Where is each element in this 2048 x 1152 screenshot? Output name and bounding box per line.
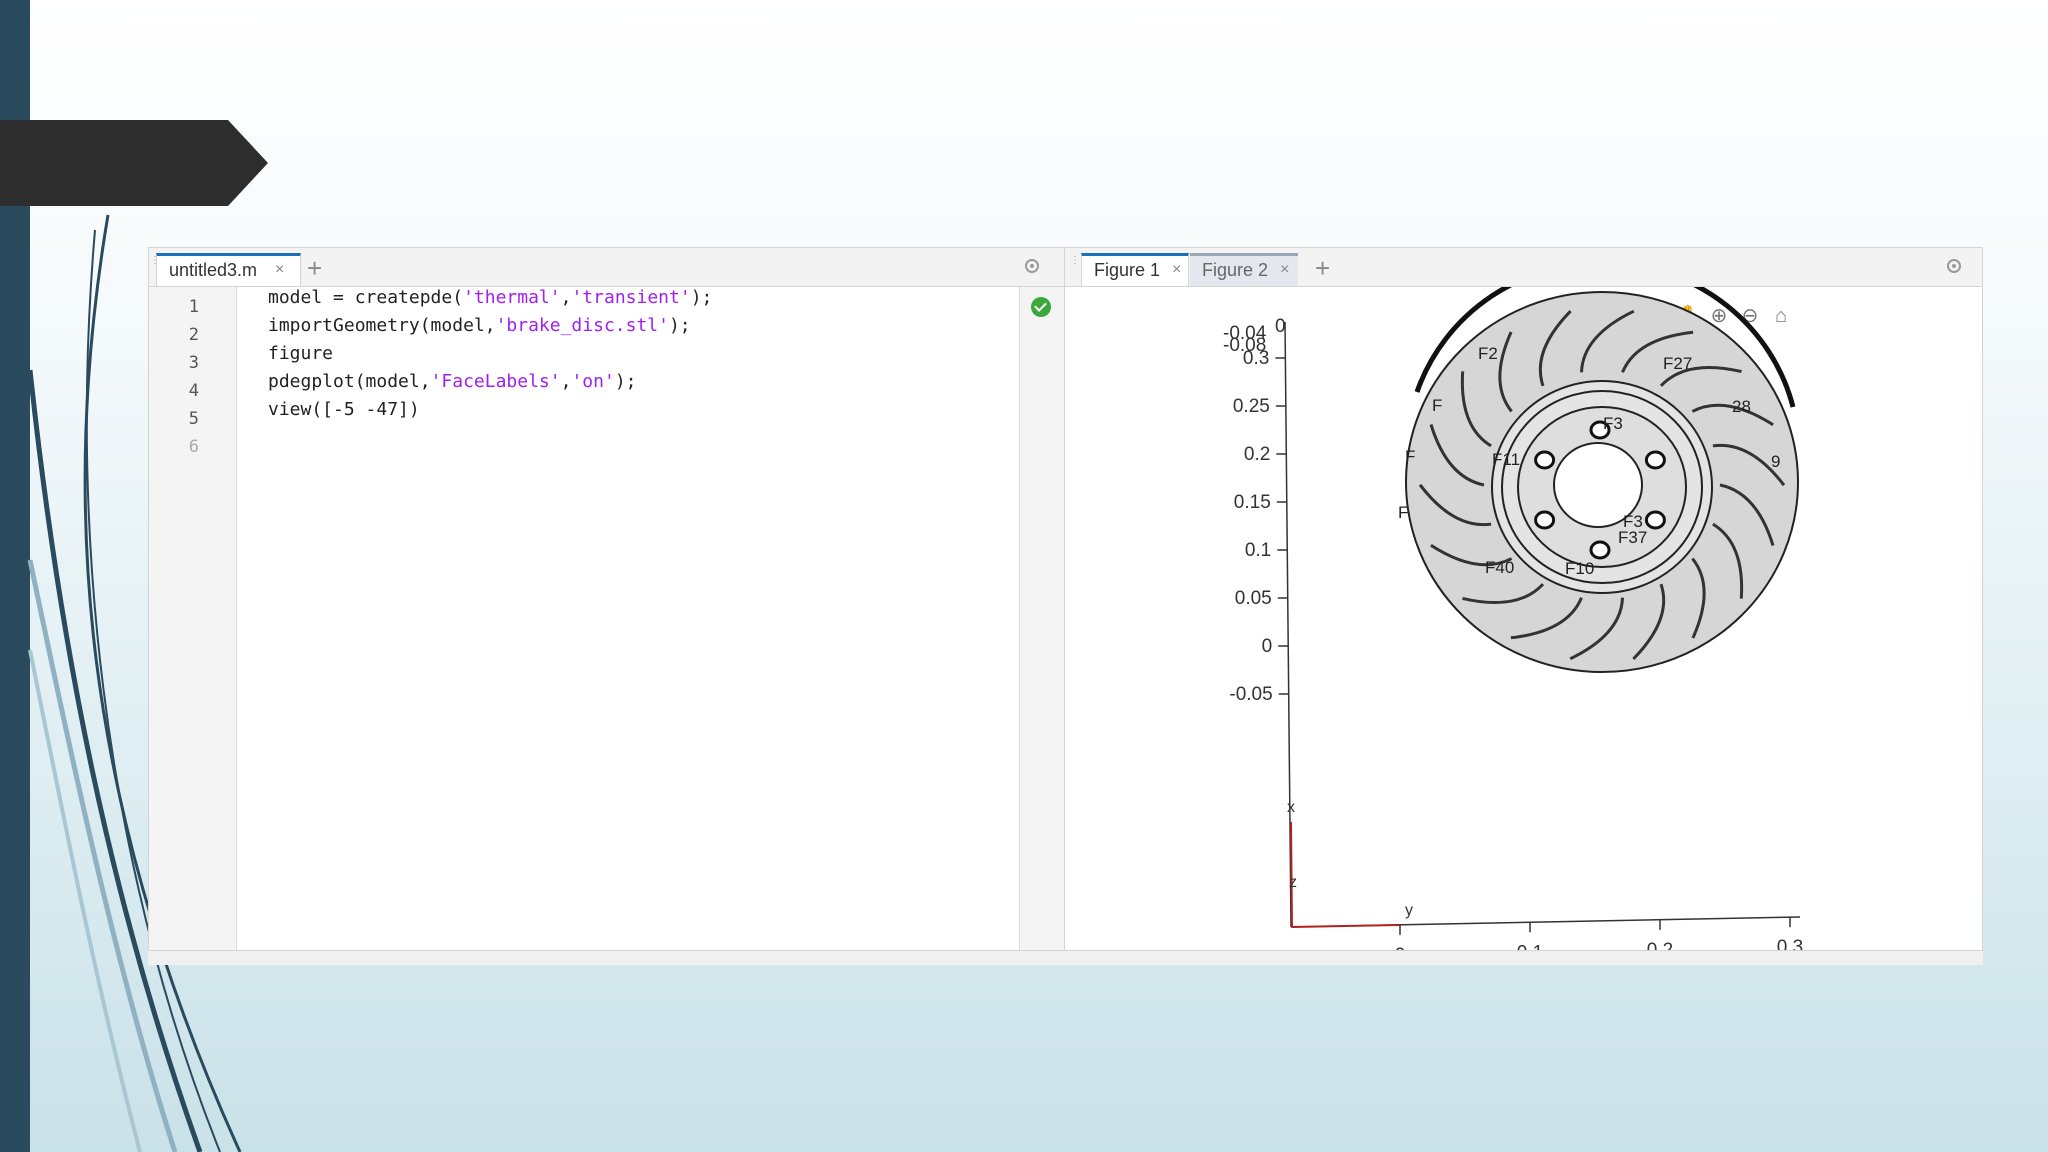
code-token: );	[668, 315, 691, 336]
add-tab-button[interactable]: +	[307, 253, 322, 283]
tick-label: 0	[1262, 636, 1273, 657]
code-line[interactable]: model = createpde('thermal','transient')…	[268, 287, 712, 308]
code-string-token: 'brake_disc.stl'	[495, 315, 669, 336]
face-label: F	[1398, 503, 1408, 522]
face-label: 28	[1732, 397, 1751, 416]
tick-label: 0.2	[1244, 444, 1270, 465]
tick-label: 0.25	[1233, 396, 1270, 417]
face-label: F11	[1492, 450, 1520, 469]
bolt-hole	[1644, 510, 1666, 530]
face-label: F3	[1603, 414, 1623, 433]
panel-options-icon[interactable]	[1947, 259, 1961, 273]
figure-panel: ⋮ Figure 1 × Figure 2 × + ✎ ⊥ ⟲ ✋ ⊕ ⊖ ⌂ …	[1065, 247, 1983, 962]
code-token: view([-5 -47])	[268, 399, 420, 420]
editor-panel: ⋮ untitled3.m × + 1 2 3 4 5 6 model = cr…	[148, 247, 1065, 962]
code-token: ,	[560, 371, 572, 392]
slide-title-arrow	[0, 120, 268, 206]
face-label: F37	[1618, 528, 1647, 547]
face-label: 9	[1771, 452, 1780, 471]
panel-options-icon[interactable]	[1025, 259, 1039, 273]
face-label: F10	[1565, 559, 1594, 578]
line-number: 3	[188, 353, 199, 373]
vertical-axis	[1284, 321, 1292, 928]
vertical-ticks: 0.30.250.20.150.10.050-0.05	[1229, 348, 1289, 705]
status-bar	[148, 950, 1983, 965]
top-tick-label: 0	[1275, 316, 1286, 337]
bolt-hole	[1589, 540, 1611, 560]
face-label: F40	[1485, 558, 1514, 577]
close-tab-icon[interactable]: ×	[275, 256, 284, 284]
drag-grip-icon[interactable]: ⋮	[1070, 256, 1080, 276]
tick-label: 0.1	[1245, 540, 1271, 561]
no-issues-check-icon[interactable]	[1031, 297, 1051, 317]
code-analyzer-strip	[1019, 287, 1064, 961]
add-figure-tab-button[interactable]: +	[1315, 253, 1330, 283]
code-token: );	[690, 287, 713, 308]
code-line[interactable]: pdegplot(model,'FaceLabels','on');	[268, 371, 637, 392]
code-token: ,	[560, 287, 572, 308]
code-token: );	[614, 371, 637, 392]
face-label: F27	[1663, 354, 1692, 373]
code-token: model = createpde(	[268, 287, 464, 308]
bolt-hole	[1534, 450, 1556, 470]
top-tick-label: -0.08	[1223, 335, 1266, 356]
face-label: F	[1405, 447, 1415, 466]
code-line[interactable]: view([-5 -47])	[268, 399, 420, 420]
axis-letter-y: y	[1405, 902, 1413, 919]
axis-letter-x: x	[1287, 799, 1295, 816]
tick-label: -0.05	[1229, 684, 1272, 705]
y-axis-line	[1291, 924, 1401, 928]
close-tab-icon[interactable]: ×	[1172, 256, 1181, 284]
line-number: 6	[188, 437, 199, 457]
code-token: importGeometry(model,	[268, 315, 496, 336]
tick-label: 0.15	[1234, 492, 1271, 513]
face-label: F	[1432, 396, 1442, 415]
code-string-token: 'FaceLabels'	[430, 371, 561, 392]
figure-plot[interactable]: 0.30.250.20.150.10.050-0.05 00.10.20.3 -…	[1065, 287, 1981, 957]
tab-label: Figure 2	[1202, 260, 1269, 280]
line-number-gutter: 1 2 3 4 5 6	[149, 287, 237, 961]
code-line[interactable]: importGeometry(model,'brake_disc.stl');	[268, 315, 691, 336]
code-line[interactable]: figure	[268, 343, 333, 364]
code-string-token: 'transient'	[571, 287, 691, 308]
tab-label: Figure 1	[1094, 260, 1161, 280]
brake-disc-geometry	[1405, 287, 1799, 673]
code-token: pdegplot(model,	[268, 371, 431, 392]
close-tab-icon[interactable]: ×	[1280, 256, 1289, 284]
tab-untitled3[interactable]: untitled3.m ×	[156, 253, 301, 286]
line-number: 5	[188, 409, 199, 429]
line-number: 1	[188, 297, 199, 317]
axis-letter-z: z	[1289, 874, 1297, 891]
figure-tabbar: ⋮ Figure 1 × Figure 2 × +	[1065, 248, 1982, 287]
line-number: 2	[188, 325, 199, 345]
line-number: 4	[188, 381, 199, 401]
face-label: F2	[1478, 344, 1498, 363]
editor-tabbar: ⋮ untitled3.m × +	[149, 248, 1064, 287]
code-string-token: 'on'	[571, 371, 615, 392]
tab-figure-2[interactable]: Figure 2 ×	[1190, 253, 1298, 286]
code-string-token: 'thermal'	[463, 287, 561, 308]
tick-label: 0.05	[1235, 588, 1272, 609]
bolt-hole	[1534, 510, 1556, 530]
tab-figure-1[interactable]: Figure 1 ×	[1081, 253, 1189, 286]
code-token: figure	[268, 343, 334, 364]
tab-label: untitled3.m	[169, 260, 258, 280]
bolt-hole	[1644, 450, 1666, 470]
